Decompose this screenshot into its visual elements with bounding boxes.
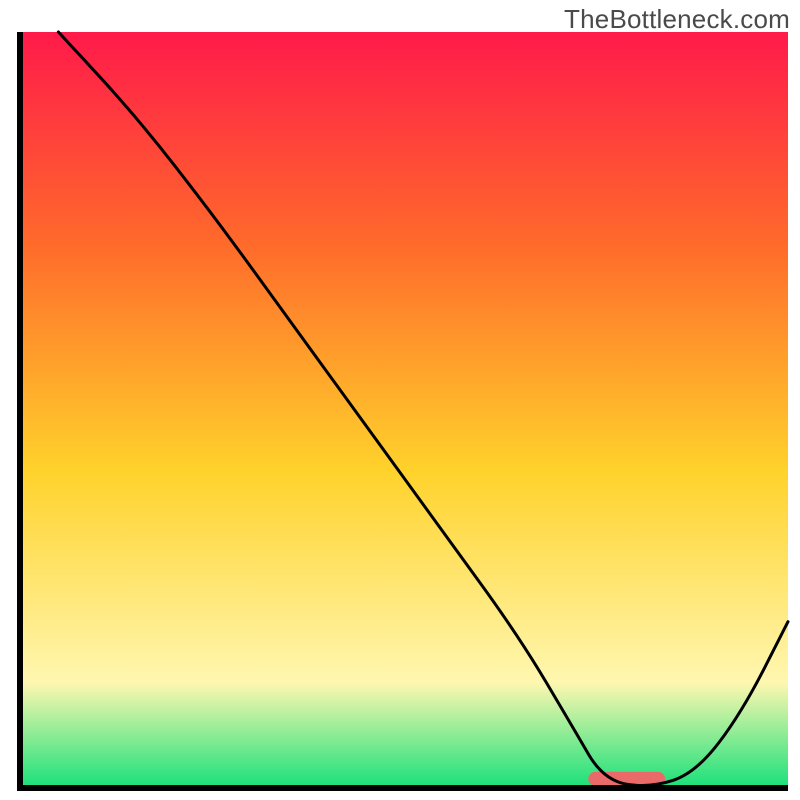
chart-frame: TheBottleneck.com: [0, 0, 800, 800]
chart-svg: [0, 0, 800, 800]
gradient-background: [20, 32, 788, 788]
